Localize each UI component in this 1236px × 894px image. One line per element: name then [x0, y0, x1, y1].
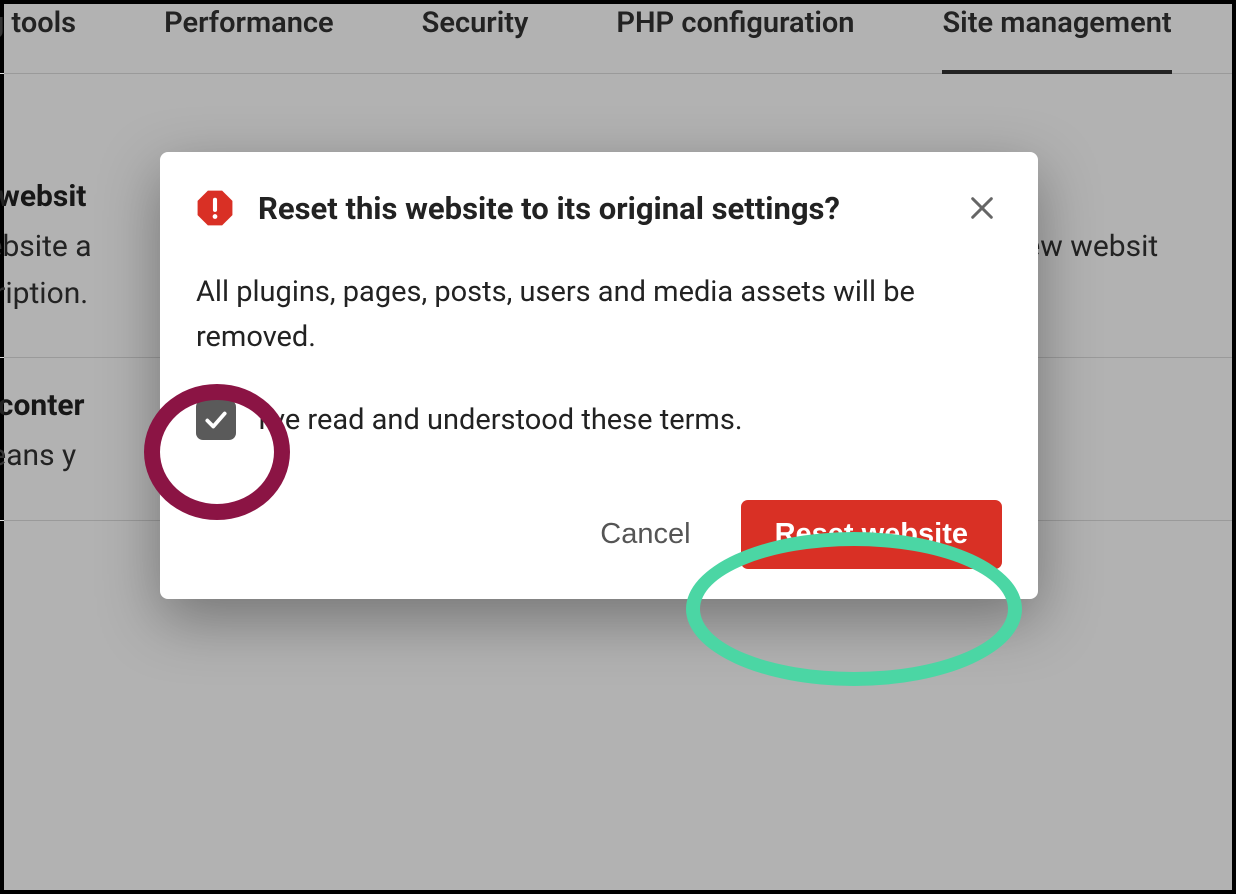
cancel-button[interactable]: Cancel — [580, 506, 710, 563]
reset-website-modal: Reset this website to its original setti… — [160, 152, 1038, 599]
terms-checkbox-label: I've read and understood these terms. — [258, 403, 742, 437]
terms-checkbox-row: I've read and understood these terms. — [196, 400, 1002, 440]
reset-website-button[interactable]: Reset website — [741, 500, 1002, 569]
modal-title: Reset this website to its original setti… — [258, 190, 938, 227]
modal-footer: Cancel Reset website — [196, 500, 1002, 569]
warning-icon — [196, 189, 234, 227]
terms-checkbox[interactable] — [196, 400, 236, 440]
close-button[interactable] — [962, 188, 1002, 228]
checkmark-icon — [203, 407, 229, 433]
modal-body-text: All plugins, pages, posts, users and med… — [196, 270, 1002, 360]
modal-header: Reset this website to its original setti… — [196, 188, 1002, 228]
modal-overlay: Reset this website to its original setti… — [4, 4, 1232, 890]
close-icon — [968, 194, 996, 222]
